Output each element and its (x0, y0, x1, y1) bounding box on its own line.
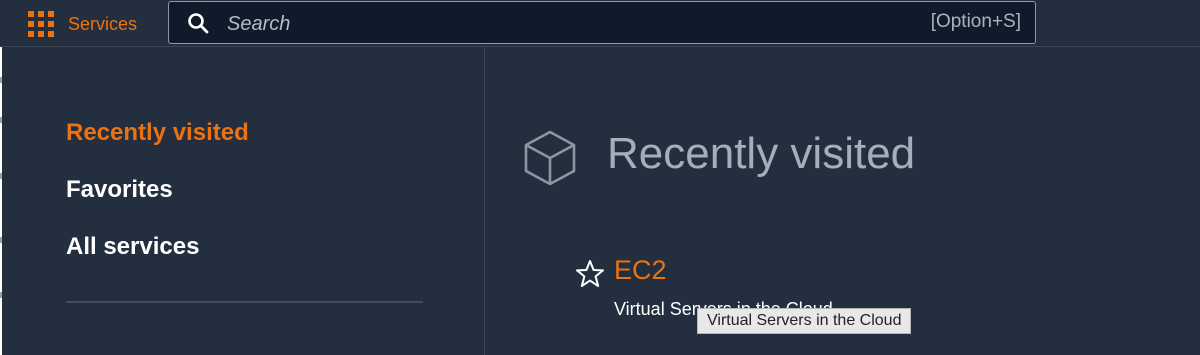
sidebar-item-favorites[interactable]: Favorites (66, 176, 173, 204)
search-bar[interactable]: [Option+S] (168, 1, 1036, 44)
grid-icon (28, 10, 55, 38)
search-icon (188, 13, 209, 34)
service-link-ec2[interactable]: EC2 (614, 255, 667, 286)
sidebar-item-recently-visited[interactable]: Recently visited (66, 119, 249, 147)
search-shortcut-hint: [Option+S] (930, 11, 1021, 32)
cube-icon (524, 130, 576, 186)
panel-title: Recently visited (607, 129, 916, 178)
star-icon[interactable] (575, 259, 605, 289)
sidebar-divider (66, 301, 423, 303)
services-label: Services (68, 13, 138, 34)
services-sidebar: Recently visited Favorites All services (2, 47, 484, 355)
sidebar-item-all-services[interactable]: All services (66, 233, 199, 261)
tooltip: Virtual Servers in the Cloud (697, 308, 912, 334)
search-input[interactable] (225, 8, 889, 40)
top-navigation-bar: Services [Option+S] (0, 0, 1200, 47)
services-menu-button[interactable]: Services (28, 9, 137, 39)
